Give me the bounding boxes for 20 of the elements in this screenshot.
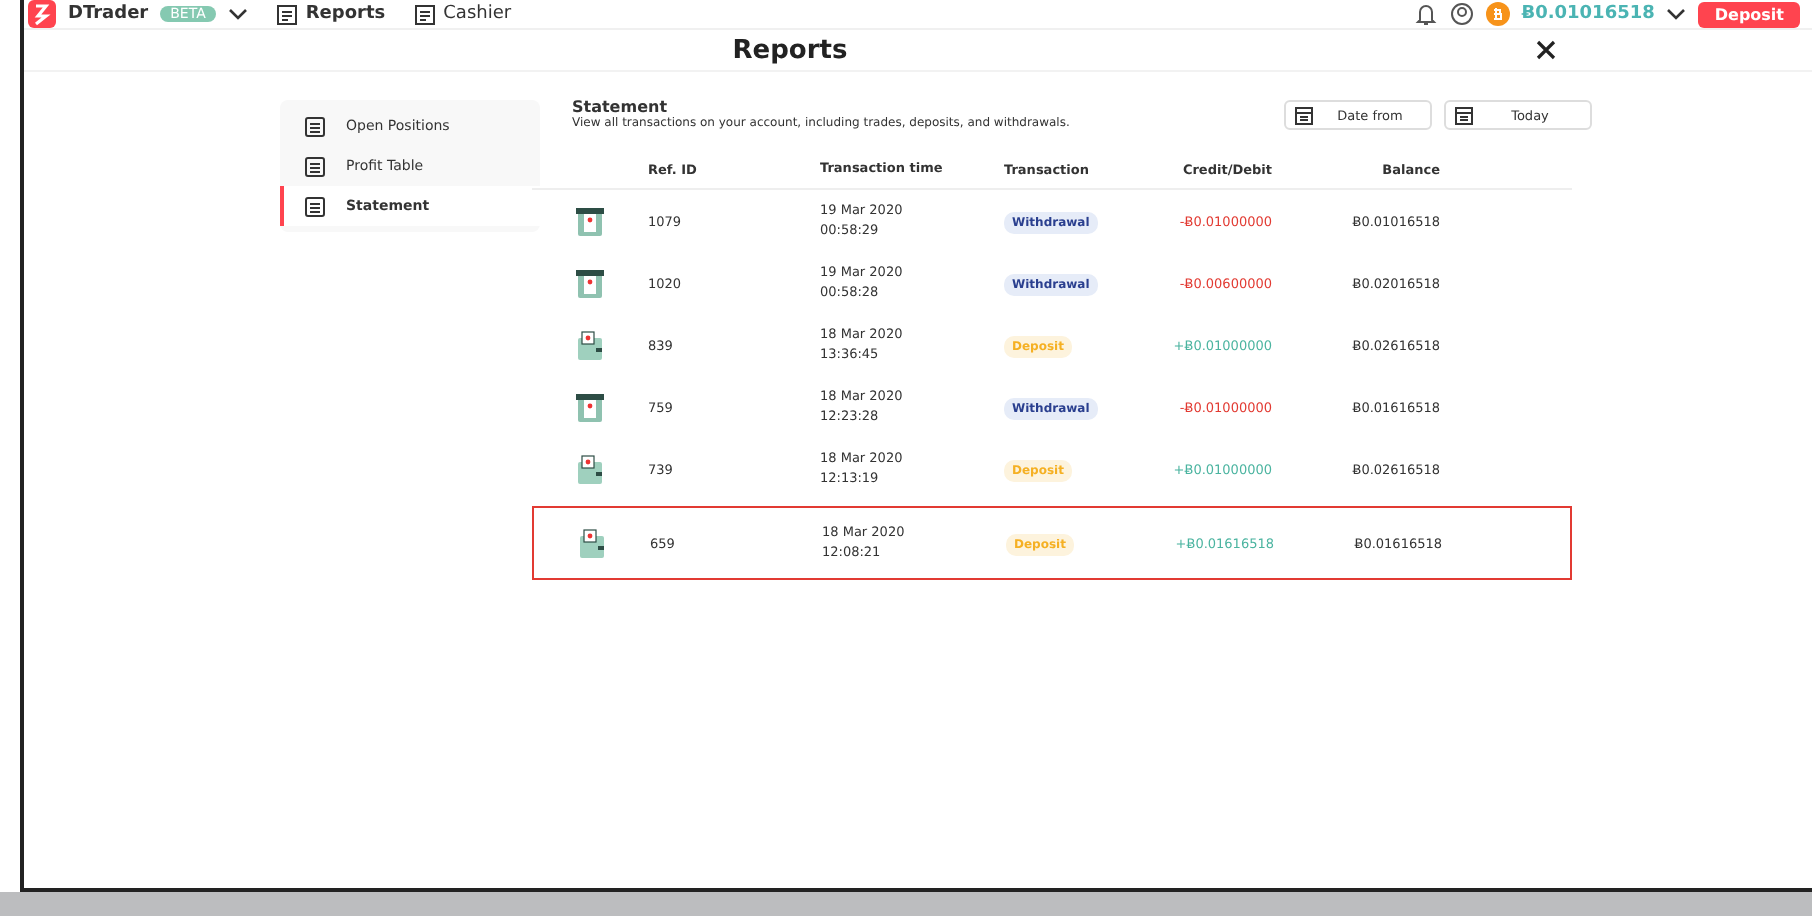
nav-link[interactable]: Reports	[275, 3, 386, 25]
close-icon	[1536, 40, 1556, 60]
logo-icon	[28, 0, 56, 28]
nav-link[interactable]: Cashier	[413, 3, 512, 25]
modal-title: Reports	[732, 35, 848, 65]
user-icon	[1449, 2, 1474, 26]
list-icon	[304, 195, 326, 217]
bell-icon	[1413, 2, 1438, 26]
atm-icon	[576, 205, 604, 237]
chevron-down-icon	[227, 6, 248, 22]
wallet-icon	[576, 453, 604, 485]
atm-icon	[576, 267, 604, 299]
atm-icon	[576, 391, 604, 423]
section-title: Statement	[572, 98, 670, 116]
wallet-icon	[576, 329, 604, 361]
document-icon	[275, 3, 298, 25]
brand-name: DTrader	[68, 4, 149, 24]
bitcoin-icon	[1485, 2, 1510, 26]
chevron-down-icon	[1666, 6, 1687, 22]
wallet-icon	[578, 527, 606, 559]
